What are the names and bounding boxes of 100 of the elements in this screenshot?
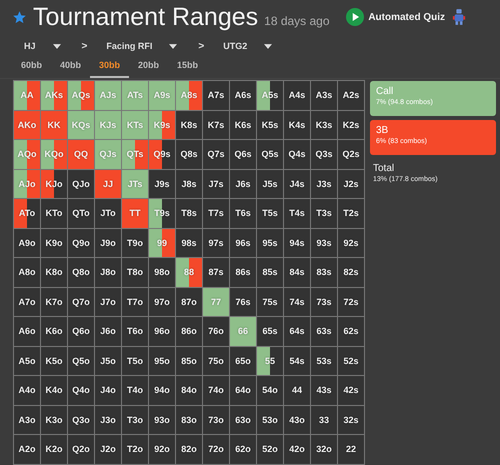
automated-quiz-button[interactable]: Automated Quiz — [344, 6, 468, 28]
hand-cell[interactable]: 85o — [176, 346, 202, 375]
hand-cell[interactable]: K4s — [284, 110, 310, 139]
hand-cell[interactable]: T5s — [257, 199, 283, 228]
hand-cell[interactable]: A9o — [14, 228, 40, 257]
hand-cell[interactable]: 76s — [230, 288, 256, 316]
hand-cell[interactable]: A3o — [14, 406, 40, 434]
hand-cell[interactable]: 93s — [311, 228, 337, 257]
hand-cell[interactable]: Q2s — [338, 140, 364, 168]
hand-cell[interactable]: 72s — [338, 288, 364, 316]
hand-cell[interactable]: K6o — [41, 317, 67, 346]
hand-cell[interactable]: J2o — [95, 435, 121, 464]
hand-cell[interactable]: 73s — [311, 288, 337, 316]
hand-cell[interactable]: J3s — [311, 170, 337, 198]
hand-cell[interactable]: 94o — [149, 376, 175, 404]
hand-cell[interactable]: J9s — [149, 170, 175, 198]
hand-cell[interactable]: T6s — [230, 199, 256, 228]
hand-cell[interactable]: K3s — [311, 110, 337, 139]
hand-cell[interactable]: A7s — [203, 81, 229, 110]
hand-cell[interactable]: 86s — [230, 258, 256, 286]
hand-cell[interactable]: 97s — [203, 228, 229, 257]
hand-cell[interactable]: 86o — [176, 317, 202, 346]
hand-cell[interactable]: 72o — [203, 435, 229, 464]
hand-cell[interactable]: 96o — [149, 317, 175, 346]
hand-cell[interactable]: J6o — [95, 317, 121, 346]
hand-cell[interactable]: A4s — [284, 81, 310, 110]
hand-cell[interactable]: 93o — [149, 406, 175, 434]
hand-cell[interactable]: K2s — [338, 110, 364, 139]
hand-cell[interactable]: 96s — [230, 228, 256, 257]
hand-cell[interactable]: 42o — [284, 435, 310, 464]
hand-cell[interactable]: 43s — [311, 376, 337, 404]
hand-cell[interactable]: A6s — [230, 81, 256, 110]
hand-cell[interactable]: 82o — [176, 435, 202, 464]
hand-cell[interactable]: 76o — [203, 317, 229, 346]
hand-cell[interactable]: J3o — [95, 406, 121, 434]
hand-cell[interactable]: 44 — [284, 376, 310, 404]
hand-cell[interactable]: 63s — [311, 317, 337, 346]
hand-cell[interactable]: T3o — [122, 406, 148, 434]
hand-cell[interactable]: J9o — [95, 228, 121, 257]
hand-cell[interactable]: 53o — [257, 406, 283, 434]
hand-cell[interactable]: Q4o — [68, 376, 94, 404]
hand-cell[interactable]: 83s — [311, 258, 337, 286]
hand-cell[interactable]: 83o — [176, 406, 202, 434]
hand-cell[interactable]: 85s — [257, 258, 283, 286]
hand-cell[interactable]: 92o — [149, 435, 175, 464]
hand-cell[interactable]: Q9o — [68, 228, 94, 257]
hand-cell[interactable]: T4s — [284, 199, 310, 228]
hand-cell[interactable]: Q8o — [68, 258, 94, 286]
hand-cell[interactable]: Q4s — [284, 140, 310, 168]
hand-cell[interactable]: K9o — [41, 228, 67, 257]
hand-cell[interactable]: K5o — [41, 346, 67, 375]
hand-cell[interactable]: 42s — [338, 376, 364, 404]
hand-cell[interactable]: 54o — [257, 376, 283, 404]
hand-cell[interactable]: 84s — [284, 258, 310, 286]
hand-cell[interactable]: A7o — [14, 288, 40, 316]
hand-cell[interactable]: K4o — [41, 376, 67, 404]
hand-cell[interactable]: T3s — [311, 199, 337, 228]
hand-cell[interactable]: Q6o — [68, 317, 94, 346]
hand-cell[interactable]: A2o — [14, 435, 40, 464]
hand-cell[interactable]: T8o — [122, 258, 148, 286]
hand-cell[interactable]: Q3o — [68, 406, 94, 434]
hand-cell[interactable]: 22 — [338, 435, 364, 464]
hand-cell[interactable]: 54s — [284, 346, 310, 375]
hand-cell[interactable]: J2s — [338, 170, 364, 198]
hand-cell[interactable]: T2s — [338, 199, 364, 228]
hand-cell[interactable]: K2o — [41, 435, 67, 464]
star-icon[interactable] — [12, 10, 27, 24]
hand-cell[interactable]: 52s — [338, 346, 364, 375]
hand-cell[interactable]: K8s — [176, 110, 202, 139]
hand-cell[interactable]: J4o — [95, 376, 121, 404]
hand-cell[interactable]: 65s — [257, 317, 283, 346]
hand-cell[interactable]: QTo — [68, 199, 94, 228]
hand-cell[interactable]: JTo — [95, 199, 121, 228]
hand-cell[interactable]: A3s — [311, 81, 337, 110]
hand-cell[interactable]: 87o — [176, 288, 202, 316]
hand-cell[interactable]: 84o — [176, 376, 202, 404]
hand-cell[interactable]: Q7s — [203, 140, 229, 168]
hand-cell[interactable]: K5s — [257, 110, 283, 139]
breadcrumb-dropdown[interactable]: UTG2 — [223, 39, 272, 53]
hand-cell[interactable]: 73o — [203, 406, 229, 434]
hand-cell[interactable]: Q5o — [68, 346, 94, 375]
hand-cell[interactable]: 98s — [176, 228, 202, 257]
breadcrumb-dropdown[interactable]: Facing RFI — [106, 39, 178, 53]
hand-cell[interactable]: J8o — [95, 258, 121, 286]
hand-cell[interactable]: T5o — [122, 346, 148, 375]
stack-tab[interactable]: 30bb — [90, 58, 129, 78]
hand-cell[interactable]: 92s — [338, 228, 364, 257]
hand-cell[interactable]: Q8s — [176, 140, 202, 168]
hand-cell[interactable]: 98o — [149, 258, 175, 286]
hand-cell[interactable]: 53s — [311, 346, 337, 375]
hand-cell[interactable]: J8s — [176, 170, 202, 198]
hand-cell[interactable]: J4s — [284, 170, 310, 198]
hand-cell[interactable]: J7s — [203, 170, 229, 198]
hand-cell[interactable]: J7o — [95, 288, 121, 316]
hand-cell[interactable]: KTo — [41, 199, 67, 228]
hand-cell[interactable]: A5o — [14, 346, 40, 375]
hand-cell[interactable]: Q6s — [230, 140, 256, 168]
hand-cell[interactable]: K7o — [41, 288, 67, 316]
hand-cell[interactable]: 63o — [230, 406, 256, 434]
hand-cell[interactable]: 55 — [257, 346, 283, 375]
